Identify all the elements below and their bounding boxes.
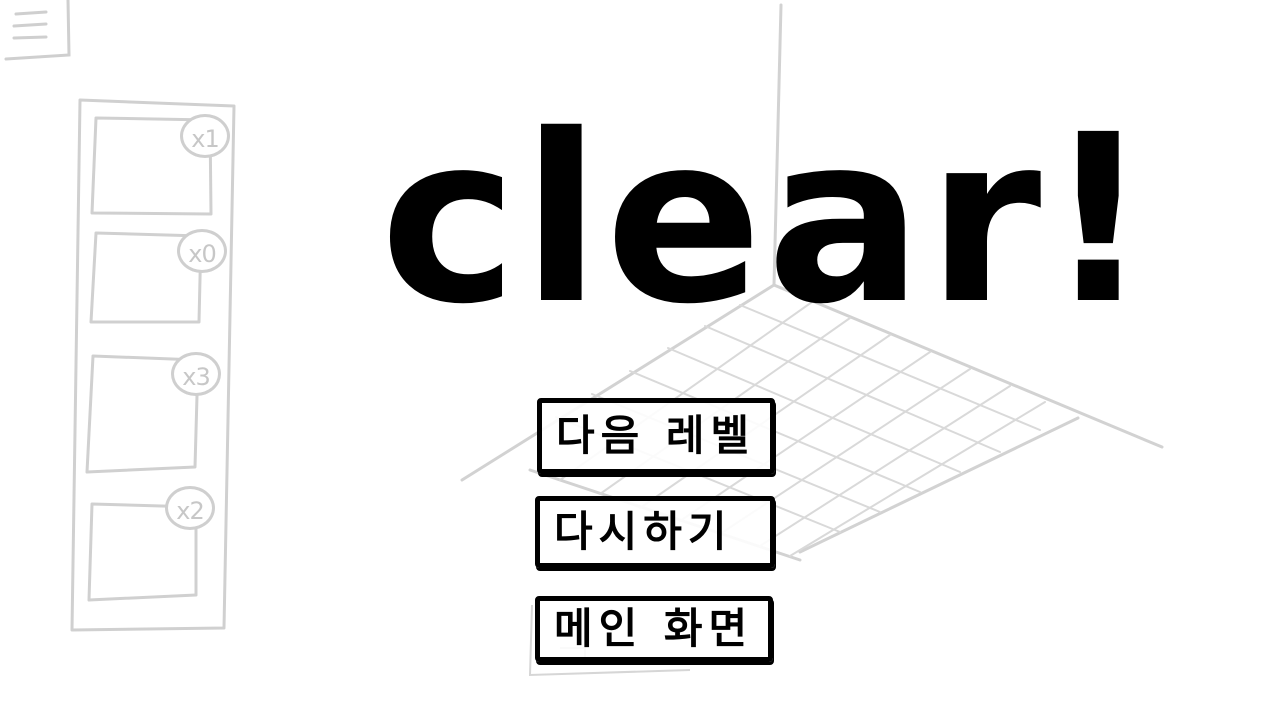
main-screen-button[interactable]: 메인 화면 (535, 596, 773, 662)
item-slot-3[interactable]: x3 (87, 352, 221, 472)
item-count-badge: x1 (180, 114, 230, 158)
next-level-button[interactable]: 다음 레벨 (537, 398, 775, 474)
item-slot-4[interactable]: x2 (89, 486, 215, 600)
item-slot-1[interactable]: x1 (92, 114, 230, 214)
item-count-badge: x0 (177, 229, 227, 273)
retry-button[interactable]: 다시하기 (535, 496, 775, 568)
item-count-badge: x3 (171, 352, 221, 396)
item-count-badge: x2 (165, 486, 215, 530)
hamburger-menu-icon[interactable] (2, 0, 72, 62)
game-screen: x1 x0 x3 x2 clear! 다음 레벨 다시하기 메인 화면 (0, 0, 1280, 720)
item-slot-2[interactable]: x0 (91, 229, 227, 323)
clear-title: clear! (380, 85, 1156, 355)
